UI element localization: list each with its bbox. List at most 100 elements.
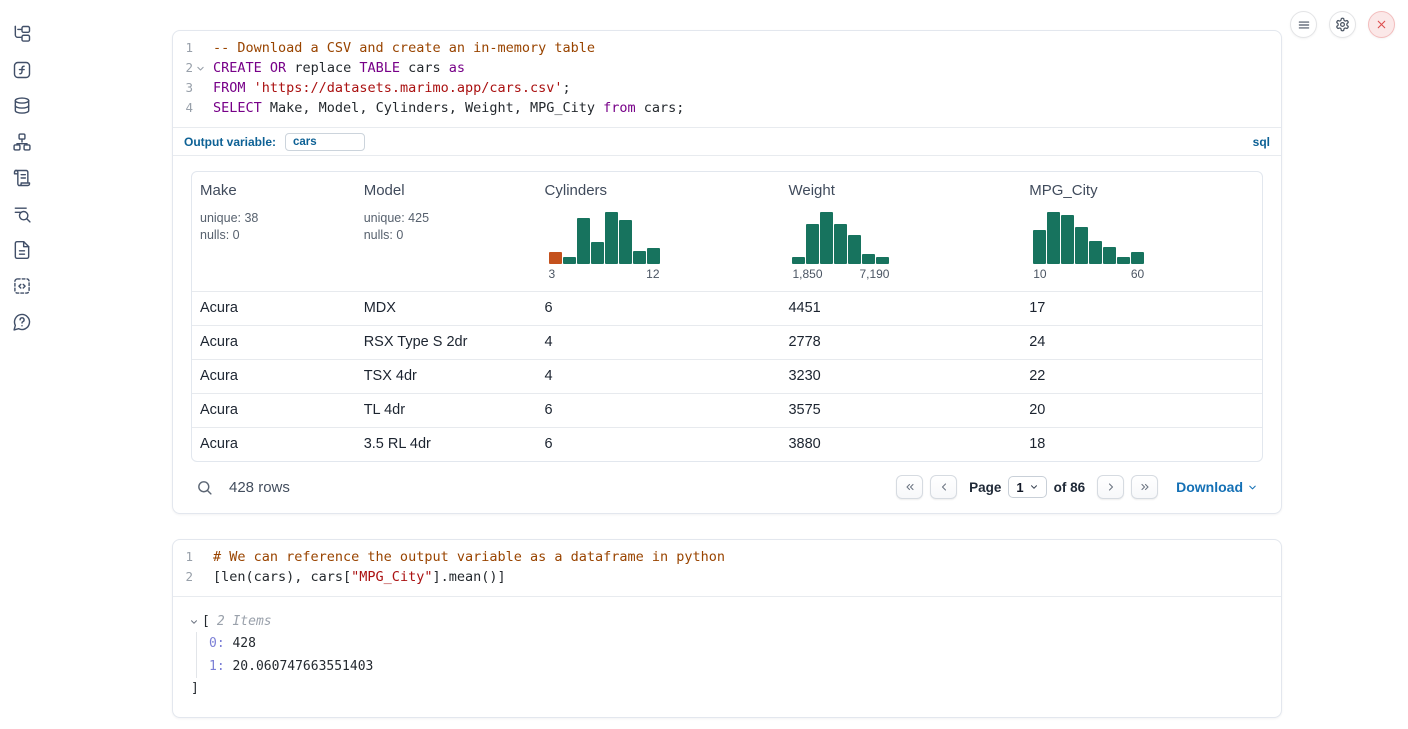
output-variable-input[interactable] [285, 133, 365, 151]
python-editor[interactable]: 1# We can reference the output variable … [173, 540, 1281, 596]
next-page-button[interactable] [1097, 475, 1124, 499]
sidebar [0, 16, 44, 340]
fold-chevron-icon[interactable] [193, 58, 207, 78]
histogram-bar [1047, 212, 1060, 264]
output-table: Make unique: 38 nulls: 0 Model unique: 4… [191, 171, 1263, 462]
column-header-cylinders[interactable]: Cylinders 312 [537, 172, 781, 292]
column-header-weight[interactable]: Weight 1,8507,190 [780, 172, 1021, 292]
hist-min-label: 3 [549, 267, 556, 281]
histogram-bar [1089, 241, 1102, 264]
sql-cell-output: Make unique: 38 nulls: 0 Model unique: 4… [173, 155, 1281, 513]
dependency-graph-icon[interactable] [0, 124, 44, 160]
line-number: 4 [173, 98, 193, 118]
language-badge: sql [1253, 135, 1270, 149]
table-row: AcuraTSX 4dr4323022 [192, 360, 1262, 394]
column-stat: nulls: 0 [364, 227, 529, 244]
hamburger-icon [1297, 18, 1311, 32]
hist-min-label: 10 [1033, 267, 1046, 281]
code-line: 2[len(cars), cars["MPG_City"].mean()] [173, 567, 1281, 587]
line-number: 2 [173, 58, 193, 78]
download-button[interactable]: Download [1176, 479, 1258, 495]
items-count-label: 2 Items [217, 611, 272, 632]
chevron-left-icon [938, 481, 950, 493]
histogram-bar [633, 251, 646, 264]
line-number: 1 [173, 547, 193, 567]
cylinders-histogram: 3 12 [549, 212, 660, 281]
collapse-toggle-icon[interactable] [189, 617, 199, 627]
previous-page-button[interactable] [930, 475, 957, 499]
open-bracket: [ [202, 611, 210, 632]
settings-button[interactable] [1329, 11, 1356, 38]
list-output-tree: [ 2 Items 0: 428 1: 20.060747663551403 ] [173, 597, 1281, 717]
histogram-bar [591, 242, 604, 264]
table-row: Acura3.5 RL 4dr6388018 [192, 428, 1262, 462]
column-header-mpg-city[interactable]: MPG_City 1060 [1021, 172, 1262, 292]
line-number: 2 [173, 567, 193, 587]
database-icon[interactable] [0, 88, 44, 124]
function-square-icon[interactable] [0, 52, 44, 88]
hist-max-label: 60 [1131, 267, 1144, 281]
histogram-bar [1075, 227, 1088, 264]
column-stat: nulls: 0 [200, 227, 348, 244]
mpg-city-histogram: 10 60 [1033, 212, 1144, 281]
histogram-bar [1131, 252, 1144, 264]
chevron-right-icon [1105, 481, 1117, 493]
hist-max-label: 12 [646, 267, 659, 281]
total-pages-label: of 86 [1054, 480, 1086, 495]
histogram-bar [1103, 247, 1116, 264]
line-number: 1 [173, 38, 193, 58]
histogram-bar [563, 257, 576, 264]
page-label: Page [969, 480, 1001, 495]
last-page-button[interactable] [1131, 475, 1158, 499]
shutdown-button[interactable] [1368, 11, 1395, 38]
sql-editor[interactable]: 1-- Download a CSV and create an in-memo… [173, 31, 1281, 127]
python-cell: 1# We can reference the output variable … [172, 539, 1282, 718]
row-count: 428 rows [229, 479, 290, 496]
first-page-button[interactable] [896, 475, 923, 499]
snippets-icon[interactable] [0, 268, 44, 304]
column-header-model[interactable]: Model unique: 425 nulls: 0 [356, 172, 537, 292]
table-header-row: Make unique: 38 nulls: 0 Model unique: 4… [192, 172, 1262, 292]
list-item: 0: 428 [209, 632, 1263, 655]
table-row: AcuraRSX Type S 2dr4277824 [192, 326, 1262, 360]
histogram-bar [820, 212, 833, 264]
code-line: 2CREATE OR replace TABLE cars as [173, 58, 1281, 78]
histogram-bar [876, 257, 889, 264]
list-item: 1: 20.060747663551403 [209, 655, 1263, 678]
help-chat-icon[interactable] [0, 304, 44, 340]
histogram-bar [619, 220, 632, 264]
table-row: AcuraTL 4dr6357520 [192, 394, 1262, 428]
page-select[interactable]: 1 [1008, 476, 1046, 498]
histogram-bar [605, 212, 618, 264]
chevrons-left-icon [904, 481, 916, 493]
table-row: AcuraMDX6445117 [192, 292, 1262, 326]
file-tree-icon[interactable] [0, 16, 44, 52]
code-line: 1-- Download a CSV and create an in-memo… [173, 38, 1281, 58]
page-select-value: 1 [1016, 480, 1023, 495]
chevron-down-icon [1247, 482, 1258, 493]
output-variable-label: Output variable: [184, 135, 276, 149]
histogram-bar [792, 257, 805, 264]
histogram-bar [806, 224, 819, 264]
chevrons-right-icon [1139, 481, 1151, 493]
menu-button[interactable] [1290, 11, 1317, 38]
line-number: 3 [173, 78, 193, 98]
close-icon [1375, 18, 1388, 31]
scroll-script-icon[interactable] [0, 160, 44, 196]
download-label: Download [1176, 479, 1243, 495]
search-icon[interactable] [196, 479, 213, 496]
sql-cell: 1-- Download a CSV and create an in-memo… [172, 30, 1282, 514]
code-line: 4SELECT Make, Model, Cylinders, Weight, … [173, 98, 1281, 118]
notebook: 1-- Download a CSV and create an in-memo… [172, 30, 1282, 718]
hist-max-label: 7,190 [859, 267, 889, 281]
output-variable-row: Output variable: sql [173, 127, 1281, 155]
histogram-bar [577, 218, 590, 264]
document-icon[interactable] [0, 232, 44, 268]
chevron-down-icon [1029, 482, 1039, 492]
column-stat: unique: 38 [200, 210, 348, 227]
column-header-make[interactable]: Make unique: 38 nulls: 0 [192, 172, 356, 292]
hist-min-label: 1,850 [792, 267, 822, 281]
logs-search-icon[interactable] [0, 196, 44, 232]
histogram-bar [647, 248, 660, 264]
histogram-bar [1061, 215, 1074, 264]
